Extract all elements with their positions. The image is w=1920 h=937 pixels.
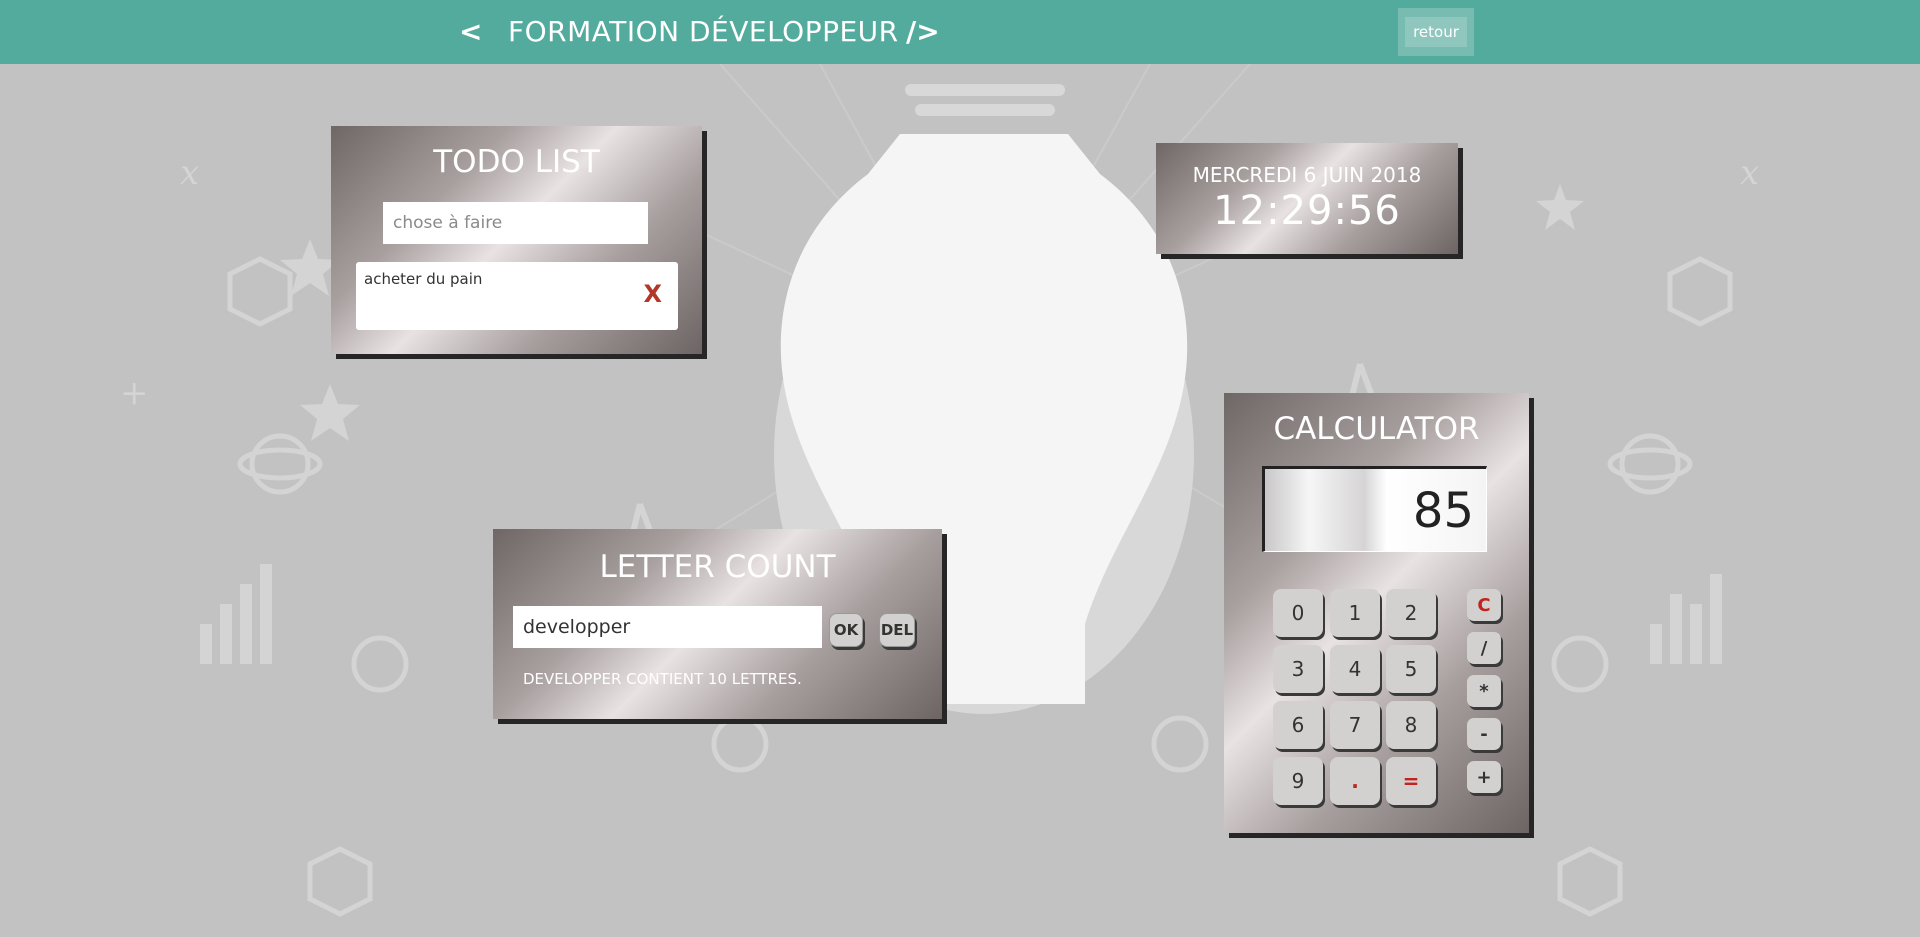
calc-key-clear[interactable]: C [1467, 589, 1501, 621]
calc-key-3[interactable]: 3 [1273, 645, 1323, 693]
clock-panel: MERCREDI 6 JUIN 2018 12:29:56 [1156, 143, 1458, 254]
background-doodles: x x + [120, 64, 1759, 917]
svg-text:x: x [1740, 153, 1759, 193]
todo-input[interactable] [383, 202, 648, 244]
todo-title: TODO LIST [433, 144, 600, 180]
back-button[interactable]: retour [1398, 8, 1474, 56]
calc-key-6[interactable]: 6 [1273, 701, 1323, 749]
svg-text:x: x [180, 153, 199, 193]
calc-key-2[interactable]: 2 [1386, 589, 1436, 637]
brand-close-bracket: /> [906, 15, 940, 48]
del-button[interactable]: DEL [879, 613, 915, 647]
clock-date: MERCREDI 6 JUIN 2018 [1192, 163, 1422, 187]
letter-count-result: DEVELOPPER CONTIENT 10 LETTRES. [523, 670, 802, 688]
todo-panel: TODO LIST acheter du pain X [331, 126, 702, 354]
calculator-title: CALCULATOR [1273, 411, 1480, 447]
top-navbar: < FORMATION DÉVELOPPEUR /> retour [0, 0, 1920, 64]
calculator-panel: CALCULATOR 85 0 1 2 3 4 5 6 7 8 9 . = C … [1224, 393, 1529, 833]
letter-count-title: LETTER COUNT [599, 549, 836, 585]
molecule-icon [227, 256, 293, 327]
clock-icon [711, 715, 769, 773]
calc-key-subtract[interactable]: - [1467, 718, 1501, 750]
todo-item-label: acheter du pain [364, 270, 483, 288]
calc-key-9[interactable]: 9 [1273, 757, 1323, 805]
calc-key-1[interactable]: 1 [1330, 589, 1380, 637]
todo-delete-button[interactable]: X [643, 280, 662, 308]
calc-key-7[interactable]: 7 [1330, 701, 1380, 749]
letter-count-panel: LETTER COUNT OK DEL DEVELOPPER CONTIENT … [493, 529, 942, 719]
calc-key-0[interactable]: 0 [1273, 589, 1323, 637]
globe-icon [351, 635, 409, 693]
calc-key-8[interactable]: 8 [1386, 701, 1436, 749]
calc-key-5[interactable]: 5 [1386, 645, 1436, 693]
atom-icon [249, 433, 311, 495]
calc-key-decimal[interactable]: . [1330, 757, 1380, 805]
clock-time: 12:29:56 [1213, 188, 1401, 234]
calc-key-4[interactable]: 4 [1330, 645, 1380, 693]
brand-title[interactable]: FORMATION DÉVELOPPEUR [508, 0, 899, 64]
calc-key-add[interactable]: + [1467, 761, 1501, 793]
ok-button[interactable]: OK [829, 613, 863, 647]
calc-key-equals[interactable]: = [1386, 757, 1436, 805]
todo-item: acheter du pain X [356, 262, 678, 330]
background-illustration: x x + [0, 64, 1920, 937]
calc-key-multiply[interactable]: * [1467, 675, 1501, 707]
calculator-display: 85 [1262, 466, 1487, 552]
letter-count-input[interactable] [513, 606, 822, 648]
back-button-label: retour [1405, 17, 1467, 47]
svg-text:+: + [120, 373, 149, 413]
calc-key-divide[interactable]: / [1467, 632, 1501, 664]
brand-open-bracket: < [459, 15, 483, 48]
